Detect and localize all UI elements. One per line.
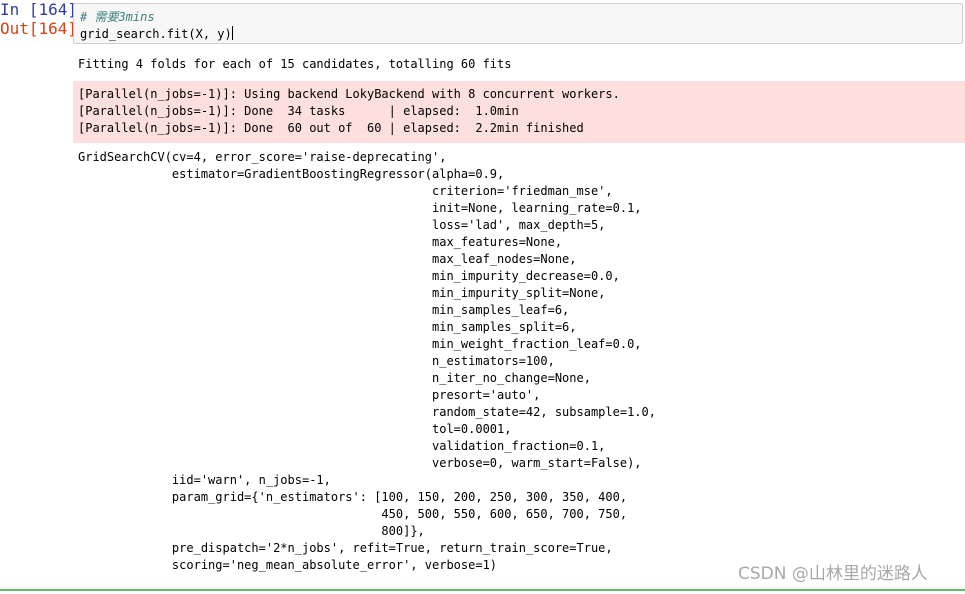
result-line: scoring='neg_mean_absolute_error', verbo…	[78, 558, 498, 572]
text-cursor	[231, 26, 233, 40]
result-line: n_estimators=100,	[78, 354, 555, 368]
stdout-output: Fitting 4 folds for each of 15 candidate…	[78, 57, 512, 71]
watermark: CSDN @山林里的迷路人	[738, 564, 928, 584]
result-line: min_impurity_split=None,	[78, 286, 606, 300]
result-line: init=None, learning_rate=0.1,	[78, 201, 642, 215]
stderr-line: [Parallel(n_jobs=-1)]: Done 34 tasks | e…	[78, 104, 519, 118]
stderr-line: [Parallel(n_jobs=-1)]: Done 60 out of 60…	[78, 121, 584, 135]
result-output: GridSearchCV(cv=4, error_score='raise-de…	[78, 149, 656, 574]
result-line: criterion='friedman_mse',	[78, 184, 613, 198]
result-line: loss='lad', max_depth=5,	[78, 218, 606, 232]
result-line: pre_dispatch='2*n_jobs', refit=True, ret…	[78, 541, 613, 555]
result-line: max_leaf_nodes=None,	[78, 252, 577, 266]
result-line: max_features=None,	[78, 235, 563, 249]
stderr-output: [Parallel(n_jobs=-1)]: Using backend Lok…	[73, 81, 965, 143]
result-line: min_weight_fraction_leaf=0.0,	[78, 337, 642, 351]
result-line: n_iter_no_change=None,	[78, 371, 591, 385]
code-comment: # 需要3mins	[80, 10, 155, 24]
result-line: param_grid={'n_estimators': [100, 150, 2…	[78, 490, 628, 504]
result-line: presort='auto',	[78, 388, 541, 402]
result-line: estimator=GradientBoostingRegressor(alph…	[78, 167, 505, 181]
cell-bottom-border	[0, 589, 965, 591]
result-line: verbose=0, warm_start=False),	[78, 456, 642, 470]
result-line: min_samples_split=6,	[78, 320, 577, 334]
result-line: tol=0.0001,	[78, 422, 512, 436]
result-line: random_state=42, subsample=1.0,	[78, 405, 656, 419]
result-line: iid='warn', n_jobs=-1,	[78, 473, 331, 487]
code-cell-input[interactable]: # 需要3mins grid_search.fit(X, y)	[73, 3, 963, 44]
result-line: min_samples_leaf=6,	[78, 303, 570, 317]
result-line: min_impurity_decrease=0.0,	[78, 269, 620, 283]
stderr-line: [Parallel(n_jobs=-1)]: Using backend Lok…	[78, 87, 620, 101]
result-line: GridSearchCV(cv=4, error_score='raise-de…	[78, 150, 447, 164]
result-line: validation_fraction=0.1,	[78, 439, 606, 453]
code-line: grid_search.fit(X, y)	[80, 27, 232, 41]
result-line: 450, 500, 550, 600, 650, 700, 750,	[78, 507, 628, 521]
result-line: 800]},	[78, 524, 425, 538]
code-editor[interactable]: # 需要3mins grid_search.fit(X, y)	[80, 9, 233, 43]
